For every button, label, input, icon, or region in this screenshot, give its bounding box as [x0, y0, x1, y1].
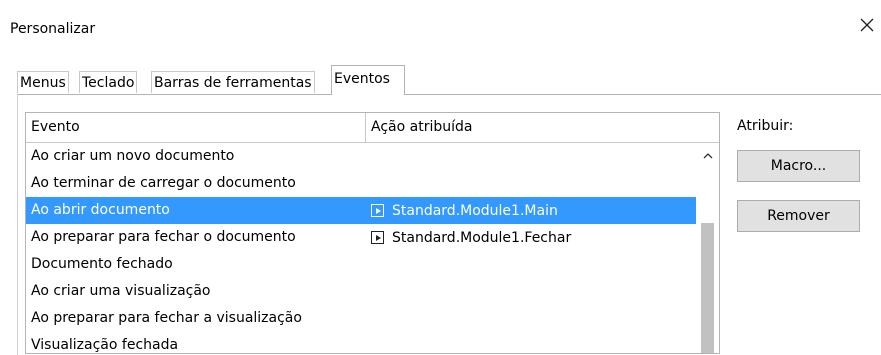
remove-button[interactable]: Remover	[737, 200, 860, 232]
list-item[interactable]: Ao criar um novo documento	[26, 143, 696, 170]
assigned-action-text: Standard.Module1.Main	[392, 202, 558, 219]
event-name: Ao preparar para fechar a visualização	[31, 310, 302, 326]
tab-barras-de-ferramentas[interactable]: Barras de ferramentas	[151, 71, 315, 93]
event-name: Visualização fechada	[31, 337, 179, 353]
dialog-title: Personalizar	[10, 21, 96, 37]
macro-icon	[371, 204, 384, 217]
event-name: Ao terminar de carregar o documento	[31, 175, 296, 191]
tab-teclado[interactable]: Teclado	[79, 71, 138, 93]
list-item[interactable]: Documento fechado	[26, 251, 696, 278]
list-item-selected[interactable]: Ao abrir documento Standard.Module1.Main	[26, 197, 696, 224]
assigned-action-text: Standard.Module1.Fechar	[392, 229, 572, 246]
scrollbar-thumb[interactable]	[701, 223, 714, 353]
vertical-scrollbar[interactable]	[696, 143, 719, 353]
list-item[interactable]: Ao criar uma visualização	[26, 278, 696, 305]
assigned-action: Standard.Module1.Main	[371, 197, 558, 224]
event-name: Ao criar uma visualização	[31, 283, 211, 299]
events-list[interactable]: Evento Ação atribuída Ao criar um novo d…	[25, 112, 720, 354]
macro-button[interactable]: Macro...	[737, 150, 860, 182]
events-rows: Ao criar um novo documento Ao terminar d…	[26, 143, 696, 353]
tab-menus[interactable]: Menus	[17, 71, 69, 93]
column-header-evento[interactable]: Evento	[26, 113, 366, 142]
assigned-action: Standard.Module1.Fechar	[371, 224, 571, 251]
event-name: Ao abrir documento	[31, 202, 170, 218]
tab-eventos[interactable]: Eventos	[331, 65, 405, 95]
list-item[interactable]: Ao preparar para fechar o documento Stan…	[26, 224, 696, 251]
assign-label: Atribuir:	[737, 118, 794, 134]
event-name: Ao criar um novo documento	[31, 148, 235, 164]
list-item[interactable]: Visualização fechada	[26, 332, 696, 353]
list-header: Evento Ação atribuída	[26, 113, 719, 143]
column-header-acao-atribuida[interactable]: Ação atribuída	[366, 113, 719, 142]
event-name: Ao preparar para fechar o documento	[31, 229, 296, 245]
list-item[interactable]: Ao preparar para fechar a visualização	[26, 305, 696, 332]
macro-icon	[371, 231, 384, 244]
chevron-up-icon[interactable]	[696, 143, 719, 167]
close-icon[interactable]	[856, 14, 878, 36]
event-name: Documento fechado	[31, 256, 173, 272]
list-item[interactable]: Ao terminar de carregar o documento	[26, 170, 696, 197]
